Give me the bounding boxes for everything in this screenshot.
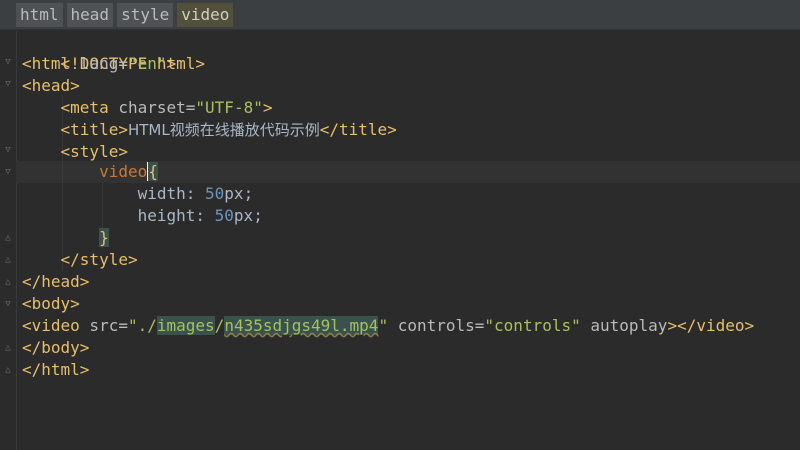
attr-charset-value: "UTF-8": [195, 98, 263, 117]
fold-open-icon[interactable]: ▽: [4, 145, 12, 155]
style-close-tag: </style>: [60, 250, 138, 269]
src-images-folder[interactable]: images: [156, 316, 215, 335]
head-close-tag: </head>: [22, 272, 90, 291]
css-prop-height: height:: [137, 206, 215, 225]
code-line-5: <title>HTML视频在线播放代码示例</title>: [22, 119, 397, 141]
html-open-tag: <html: [22, 54, 71, 73]
src-filename[interactable]: n435sdjgs49l.mp4: [224, 316, 379, 335]
src-quote-close: ": [378, 316, 389, 335]
meta-tag: <meta: [60, 98, 109, 117]
code-line-7: video{: [22, 161, 158, 183]
attr-src: src=: [79, 316, 128, 335]
code-line-11: </style>: [22, 249, 138, 271]
code-line-10: }: [22, 227, 109, 249]
fold-close-icon[interactable]: △: [4, 255, 12, 265]
code-line-12: </head>: [22, 271, 89, 293]
code-editor[interactable]: ▽ ▽ ▽ ▽ △ △ △ ▽ △ △ <!DOCTYPE html> <htm…: [0, 31, 800, 450]
tag-close: >: [166, 54, 177, 73]
breadcrumb: html head style video: [0, 0, 800, 30]
attr-controls-value: "controls": [484, 316, 581, 335]
css-width-unit: px;: [224, 184, 254, 203]
code-line-3: <head>: [22, 75, 80, 97]
fold-open-icon[interactable]: ▽: [4, 167, 12, 177]
attr-charset: charset=: [108, 98, 196, 117]
css-prop-width: width:: [137, 184, 206, 203]
breadcrumb-head[interactable]: head: [66, 2, 114, 27]
css-height-unit: px;: [233, 206, 263, 225]
code-line-8: width: 50px;: [22, 183, 254, 205]
css-width-number: 50: [205, 184, 225, 203]
attr-lang: lang=: [70, 54, 128, 73]
fold-open-icon[interactable]: ▽: [4, 57, 12, 67]
breadcrumb-html[interactable]: html: [16, 2, 63, 27]
html-close-tag: </html>: [22, 360, 90, 379]
fold-close-icon[interactable]: △: [4, 277, 12, 287]
breadcrumb-video[interactable]: video: [177, 2, 234, 27]
css-height-number: 50: [214, 206, 234, 225]
code-line-2: <html lang="en">: [22, 53, 176, 75]
src-slash: /: [214, 316, 225, 335]
src-quote-open: "./: [127, 316, 157, 335]
video-close-tag: ></video>: [667, 316, 755, 335]
attr-lang-value: "en": [127, 54, 167, 73]
close-brace: }: [99, 228, 109, 247]
code-line-4: <meta charset="UTF-8">: [22, 97, 273, 119]
video-open-tag: <video: [22, 316, 80, 335]
open-brace: {: [147, 162, 158, 181]
code-line-14: <video src="./images/n435sdjgs49l.mp4" c…: [22, 315, 754, 337]
code-line-6: <style>: [22, 141, 128, 163]
tag-close: >: [262, 98, 273, 117]
breadcrumb-style[interactable]: style: [117, 2, 174, 27]
head-open-tag: <head>: [22, 76, 80, 95]
style-open-tag: <style>: [60, 142, 128, 161]
fold-close-icon[interactable]: △: [4, 343, 12, 353]
fold-close-icon[interactable]: △: [4, 365, 12, 375]
title-text: HTML视频在线播放代码示例: [127, 121, 320, 139]
css-selector: video: [99, 162, 148, 181]
fold-open-icon[interactable]: ▽: [4, 299, 12, 309]
code-line-13: <body>: [22, 293, 80, 315]
code-line-16: </html>: [22, 359, 89, 381]
attr-controls: controls=: [388, 316, 485, 335]
code-line-9: height: 50px;: [22, 205, 263, 227]
title-open-tag: <title>: [60, 120, 128, 139]
fold-close-icon[interactable]: △: [4, 233, 12, 243]
body-open-tag: <body>: [22, 294, 80, 313]
title-close-tag: </title>: [319, 120, 397, 139]
attr-autoplay: autoplay: [580, 316, 668, 335]
code-line-15: </body>: [22, 337, 89, 359]
fold-open-icon[interactable]: ▽: [4, 79, 12, 89]
body-close-tag: </body>: [22, 338, 90, 357]
code-line-1: <!DOCTYPE html>: [22, 31, 206, 73]
